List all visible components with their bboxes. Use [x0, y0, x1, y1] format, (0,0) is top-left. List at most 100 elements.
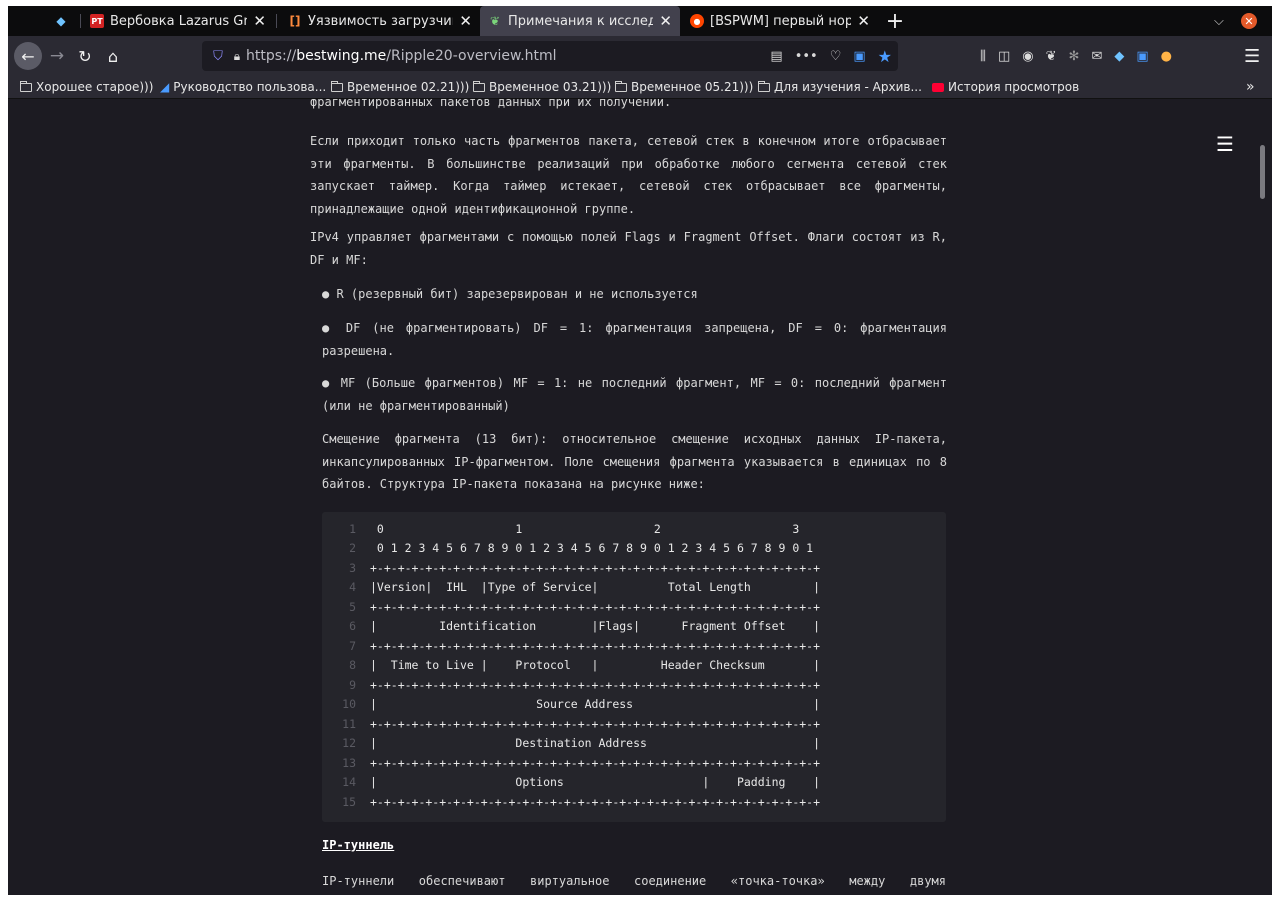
bookmark-label: Для изучения - Архив... [774, 80, 922, 94]
code-text: +-+-+-+-+-+-+-+-+-+-+-+-+-+-+-+-+-+-+-+-… [370, 755, 821, 770]
sidebar-icon[interactable]: ◫ [998, 49, 1010, 64]
folder-icon [473, 80, 485, 92]
tab-close-icon[interactable]: ✕ [459, 12, 472, 30]
code-text: | Time to Live | Protocol | Header Check… [370, 658, 821, 673]
code-text: +-+-+-+-+-+-+-+-+-+-+-+-+-+-+-+-+-+-+-+-… [370, 638, 821, 653]
line-number: 13 [342, 755, 356, 770]
tab-bar: ◆ PT Вербовка Lazarus Group ✕ [] Уязвимо… [8, 6, 1272, 36]
reload-button[interactable]: ↻ [74, 42, 96, 70]
code-line: 15 +-+-+-+-+-+-+-+-+-+-+-+-+-+-+-+-+-+-+-… [322, 792, 820, 812]
extension-puzzle-icon[interactable]: ✻ [1069, 49, 1080, 64]
code-line: 7 +-+-+-+-+-+-+-+-+-+-+-+-+-+-+-+-+-+-+-+… [322, 636, 820, 656]
code-text: +-+-+-+-+-+-+-+-+-+-+-+-+-+-+-+-+-+-+-+-… [370, 560, 821, 575]
library-icon[interactable]: ⫼ [980, 49, 986, 64]
code-line: 11 +-+-+-+-+-+-+-+-+-+-+-+-+-+-+-+-+-+-+-… [322, 714, 820, 734]
url-path: /Ripple20-overview.html [386, 48, 557, 64]
tab-research-notes[interactable]: ❦ Примечания к исследов ✕ [480, 6, 680, 36]
new-tab-button[interactable]: + [882, 6, 908, 36]
code-text: | Options | Padding | [370, 775, 821, 790]
bookmark-item[interactable]: История просмотров [932, 76, 1079, 98]
browser-window: ◆ PT Вербовка Lazarus Group ✕ [] Уязвимо… [8, 6, 1272, 895]
bookmark-folder[interactable]: Для изучения - Архив... [758, 76, 922, 98]
tab-bspwm[interactable]: ● [BSPWM] первый норд ✕ [682, 6, 878, 36]
address-bar[interactable]: ⛉ 🔒︎ https://bestwing.me/Ripple20-overvi… [202, 41, 898, 71]
tab-label: Примечания к исследов [508, 13, 654, 29]
bookmark-folder[interactable]: Хорошее старое))) [20, 76, 153, 98]
page-content: фрагментированных пакетов данных при их … [8, 99, 1272, 895]
reddit-icon: ● [690, 14, 704, 28]
bookmark-label: Хорошее старое))) [36, 80, 154, 94]
code-line: 9 +-+-+-+-+-+-+-+-+-+-+-+-+-+-+-+-+-+-+-+… [322, 675, 820, 695]
line-number: 9 [349, 677, 356, 692]
lock-icon[interactable]: 🔒︎ [228, 49, 246, 64]
list-all-tabs-chevron-icon[interactable]: ⌵ [1214, 6, 1224, 36]
back-button[interactable]: ← [14, 42, 42, 70]
code-text: +-+-+-+-+-+-+-+-+-+-+-+-+-+-+-+-+-+-+-+-… [370, 677, 821, 692]
pocket-icon[interactable]: ♡ [830, 49, 842, 64]
translate-icon[interactable]: ▣ [853, 49, 865, 64]
bullet-item: ● MF (Больше фрагментов) MF = 1: не посл… [322, 376, 947, 413]
code-line: 12 | Destination Address | [322, 734, 820, 754]
mail-icon[interactable]: ✉ [1091, 49, 1102, 64]
bookmark-folder[interactable]: Временное 03.21))) [473, 76, 611, 98]
tab-close-icon[interactable]: ✕ [857, 12, 870, 30]
bookmarks-toolbar: Хорошее старое))) ◢ Руководство пользова… [8, 76, 1272, 99]
paragraph: Смещение фрагмента (13 бит): относительн… [322, 432, 947, 491]
folder-icon [331, 80, 343, 92]
code-line: 3 +-+-+-+-+-+-+-+-+-+-+-+-+-+-+-+-+-+-+-+… [322, 558, 820, 578]
reader-view-icon[interactable]: ▤ [770, 49, 782, 64]
forward-button[interactable]: → [46, 42, 68, 70]
tab-separator [276, 14, 277, 28]
line-number: 8 [349, 658, 356, 673]
code-text: +-+-+-+-+-+-+-+-+-+-+-+-+-+-+-+-+-+-+-+-… [370, 794, 821, 809]
code-text: | Identification |Flags| Fragment Offset… [370, 619, 821, 634]
extension-icon[interactable]: ❦ [1046, 49, 1057, 64]
code-line: 2 0 1 2 3 4 5 6 7 8 9 0 1 2 3 4 5 6 7 8 … [322, 539, 813, 559]
tab-close-icon[interactable]: ✕ [253, 12, 266, 30]
line-number: 7 [349, 638, 356, 653]
code-line: 8 | Time to Live | Protocol | Header Chec… [322, 656, 820, 676]
code-text: |Version| IHL |Type of Service| Total Le… [370, 580, 821, 595]
code-text: | Source Address | [370, 697, 821, 712]
bookmark-label: Руководство пользова... [173, 80, 327, 94]
tab-vulnerability[interactable]: [] Уязвимость загрузчика ✕ [280, 6, 480, 36]
code-line: 4 |Version| IHL |Type of Service| Total L… [322, 578, 820, 598]
paragraph: фрагментированных пакетов данных при их … [310, 99, 672, 109]
paragraph: Если приходит только часть фрагментов па… [310, 134, 947, 216]
section-heading: IP-туннель [322, 838, 395, 852]
line-number: 5 [349, 599, 356, 614]
bookmark-item[interactable]: ◢ Руководство пользова... [160, 76, 326, 98]
navigation-bar: ← → ↻ ⌂ ⛉ 🔒︎ https://bestwing.me/Ripple2… [8, 36, 1272, 76]
account-icon[interactable]: ◉ [1022, 49, 1033, 64]
close-window-icon[interactable]: ✕ [1241, 13, 1257, 29]
bookmark-folder[interactable]: Временное 02.21))) [331, 76, 469, 98]
tab-pinned[interactable]: ◆ [46, 6, 78, 36]
code-line: 6 | Identification |Flags| Fragment Offse… [322, 617, 820, 637]
bookmark-star-icon[interactable]: ★ [878, 47, 892, 66]
scrollbar-thumb[interactable] [1260, 145, 1265, 199]
folder-icon [615, 80, 627, 92]
bookmarks-overflow-chevron-icon[interactable]: » [1246, 76, 1255, 98]
bookmark-label: Временное 02.21))) [347, 80, 470, 94]
shield-icon[interactable]: ⛉ [208, 49, 228, 64]
code-text: +-+-+-+-+-+-+-+-+-+-+-+-+-+-+-+-+-+-+-+-… [370, 599, 821, 614]
egg-extension-icon[interactable]: ● [1161, 49, 1172, 64]
tab-label: Вербовка Lazarus Group [110, 13, 248, 29]
home-button[interactable]: ⌂ [102, 42, 124, 70]
page-actions-icon[interactable]: ••• [795, 49, 818, 64]
scrollbar[interactable] [1257, 99, 1269, 895]
bookmark-folder[interactable]: Временное 05.21))) [615, 76, 753, 98]
code-line: 5 +-+-+-+-+-+-+-+-+-+-+-+-+-+-+-+-+-+-+-+… [322, 597, 820, 617]
tab-close-icon[interactable]: ✕ [659, 12, 672, 30]
translate-extension-icon[interactable]: ▣ [1136, 49, 1148, 64]
tab-separator [80, 14, 81, 28]
sapphire-extension-icon[interactable]: ◆ [1114, 49, 1124, 64]
bookmark-label: История просмотров [948, 80, 1080, 94]
paragraph: IP-туннели обеспечивают виртуальное соед… [322, 874, 946, 888]
menu-icon[interactable]: ☰ [1216, 132, 1234, 156]
folder-icon [20, 80, 32, 92]
app-menu-icon[interactable]: ☰ [1244, 46, 1260, 67]
tab-lazarus[interactable]: PT Вербовка Lazarus Group ✕ [82, 6, 274, 36]
code-line: 13 +-+-+-+-+-+-+-+-+-+-+-+-+-+-+-+-+-+-+-… [322, 753, 820, 773]
url-host: bestwing.me [296, 48, 387, 64]
